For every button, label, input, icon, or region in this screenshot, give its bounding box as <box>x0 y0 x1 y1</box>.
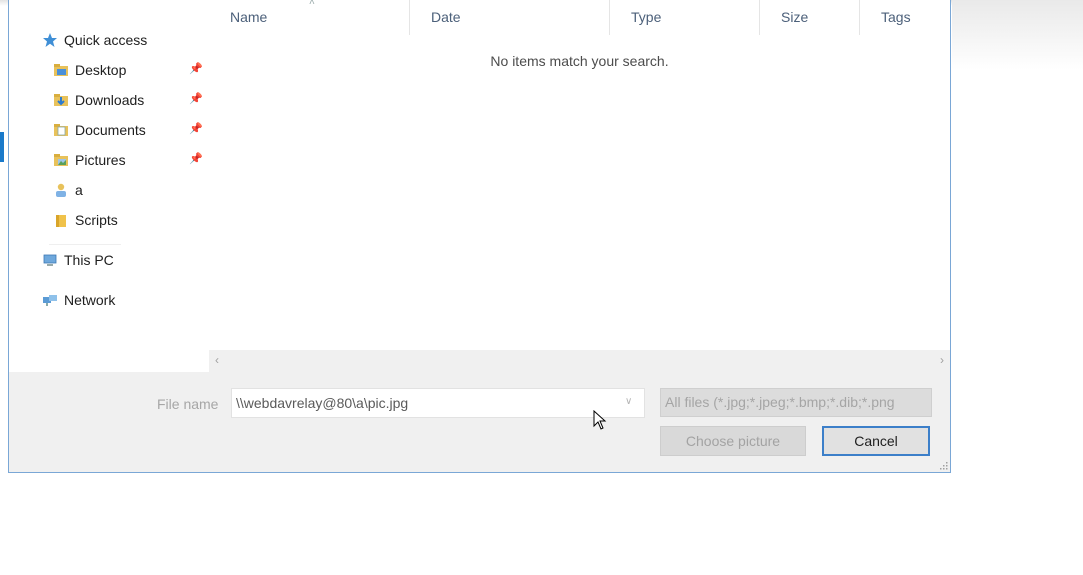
star-icon <box>42 32 58 48</box>
nav-label: Scripts <box>75 212 118 228</box>
nav-item-pictures[interactable]: Pictures <box>53 148 126 172</box>
nav-label: Quick access <box>64 32 148 48</box>
nav-item-quick-access[interactable]: Quick access <box>42 28 147 52</box>
nav-item-this-pc[interactable]: This PC <box>42 248 114 272</box>
horizontal-scrollbar[interactable]: ‹ › <box>209 350 950 372</box>
selection-accent-bar <box>0 132 4 162</box>
column-header-size[interactable]: Size <box>760 0 860 35</box>
choose-picture-button[interactable]: Choose picture <box>660 426 806 456</box>
nav-label: Pictures <box>75 152 126 168</box>
scroll-left-icon[interactable]: ‹ <box>215 353 219 367</box>
column-header-tags[interactable]: Tags <box>860 0 950 35</box>
nav-label: a <box>75 182 83 198</box>
pin-icon[interactable]: 📌 <box>189 153 203 165</box>
dialog-footer: File name ∨ All files (*.jpg;*.jpeg;*.bm… <box>9 372 950 472</box>
file-list-pane: Name ˄ Date Type Size Tags No items matc… <box>209 0 950 350</box>
nav-item-documents[interactable]: Documents <box>53 118 146 142</box>
nav-label: This PC <box>64 252 114 268</box>
documents-folder-icon <box>53 122 69 138</box>
computer-icon <box>42 252 58 268</box>
empty-results-message: No items match your search. <box>490 53 669 69</box>
file-name-label: File name <box>157 396 219 412</box>
mouse-cursor-icon <box>593 410 607 430</box>
pin-icon[interactable]: 📌 <box>189 93 203 105</box>
downloads-folder-icon <box>53 92 69 108</box>
background-window-edge <box>952 0 1083 70</box>
nav-item-downloads[interactable]: Downloads <box>53 88 144 112</box>
nav-label: Downloads <box>75 92 145 108</box>
nav-label: Documents <box>75 122 146 138</box>
nav-item-network[interactable]: Network <box>42 288 115 312</box>
nav-item-desktop[interactable]: Desktop <box>53 58 126 82</box>
user-folder-icon <box>53 182 69 198</box>
network-icon <box>42 292 58 308</box>
navigation-pane: Quick access Desktop Downloads Documents… <box>9 0 209 372</box>
nav-item-user-a[interactable]: a <box>53 178 83 202</box>
chevron-down-icon[interactable]: ∨ <box>625 396 632 407</box>
desktop-folder-icon <box>53 62 69 78</box>
nav-label: Network <box>64 292 116 308</box>
folder-icon <box>53 212 69 228</box>
column-header-type[interactable]: Type <box>610 0 760 35</box>
cancel-button[interactable]: Cancel <box>822 426 930 456</box>
sort-ascending-icon: ˄ <box>309 0 315 8</box>
file-open-dialog: Quick access Desktop Downloads Documents… <box>8 0 951 473</box>
column-header-name[interactable]: Name ˄ <box>209 0 410 35</box>
resize-grip-icon[interactable] <box>938 460 948 470</box>
nav-label: Desktop <box>75 62 127 78</box>
column-header-date[interactable]: Date <box>410 0 610 35</box>
pictures-folder-icon <box>53 152 69 168</box>
file-type-filter-select[interactable]: All files (*.jpg;*.jpeg;*.bmp;*.dib;*.pn… <box>660 388 932 417</box>
scroll-right-icon[interactable]: › <box>940 353 944 367</box>
pin-icon[interactable]: 📌 <box>189 123 203 135</box>
file-name-input[interactable] <box>231 388 645 418</box>
pin-icon[interactable]: 📌 <box>189 63 203 75</box>
nav-divider <box>49 244 121 245</box>
nav-item-scripts[interactable]: Scripts <box>53 208 118 232</box>
